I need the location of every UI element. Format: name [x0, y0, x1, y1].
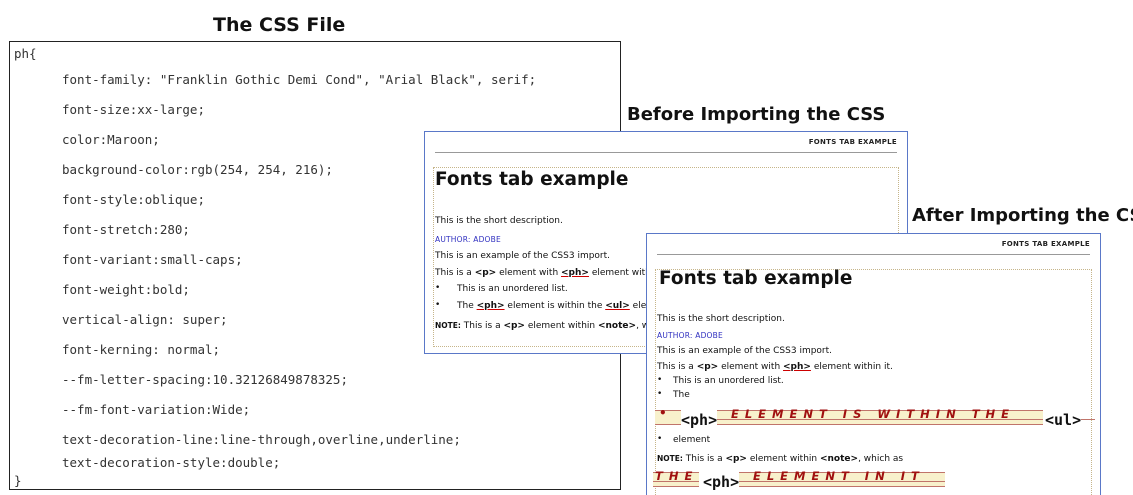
- css-declaration: font-size:xx-large;: [62, 102, 205, 117]
- header-rule: [435, 152, 897, 153]
- note-suffix: , which as: [858, 454, 904, 464]
- bullet-icon: •: [657, 375, 663, 385]
- strike-line: [1081, 419, 1095, 420]
- ph-tag-large: <ph>: [681, 411, 718, 429]
- css-declaration: --fm-font-variation:Wide;: [62, 402, 251, 417]
- css-selector: ph{: [14, 46, 37, 61]
- p-line-prefix: This is a: [657, 362, 697, 372]
- ph-tag-large: <ph>: [703, 473, 740, 491]
- css-declaration: font-weight:bold;: [62, 282, 190, 297]
- note-label: NOTE:: [657, 454, 683, 463]
- note-line: NOTE: This is a <p> element within <note…: [657, 454, 903, 464]
- p-line-mid: element with: [718, 362, 784, 372]
- ul-tag: <ul>: [605, 301, 630, 311]
- list-item-the: The: [673, 390, 690, 400]
- running-header: FONTS TAB EXAMPLE: [808, 138, 897, 146]
- list-item: The <ph> element is within the <ul> eler: [457, 301, 650, 311]
- ul-tag-large: <ul>: [1045, 411, 1082, 429]
- css-declaration: text-decoration-style:double;: [62, 455, 281, 470]
- css-declaration: --fm-letter-spacing:10.32126849878325;: [62, 372, 348, 387]
- note-label: NOTE:: [435, 321, 461, 330]
- p-tag: <p>: [503, 321, 525, 331]
- bullet-icon: •: [435, 283, 441, 293]
- css-declaration: background-color:rgb(254, 254, 216);: [62, 162, 333, 177]
- list-item: This is an unordered list.: [673, 376, 784, 386]
- author-line: AUTHOR: ADOBE: [657, 331, 723, 340]
- css-declaration: font-stretch:280;: [62, 222, 190, 237]
- note-tag: <note>: [597, 321, 637, 331]
- p-line-prefix: This is a: [435, 268, 475, 278]
- header-rule: [657, 254, 1090, 255]
- css-declaration: text-decoration-line:line-through,overli…: [62, 432, 461, 447]
- short-description: This is the short description.: [657, 314, 785, 324]
- list-item: This is an unordered list.: [457, 284, 568, 294]
- bullet-icon: •: [657, 389, 663, 399]
- p-line: This is a <p> element with <ph> element …: [435, 268, 653, 278]
- note-prefix: This is a: [682, 454, 726, 464]
- css-declaration: font-kerning: normal;: [62, 342, 221, 357]
- short-description: This is the short description.: [435, 216, 563, 226]
- p-line-suffix: element within it.: [810, 362, 893, 372]
- note-mid: element within: [746, 454, 820, 464]
- running-header: FONTS TAB EXAMPLE: [1001, 240, 1090, 248]
- ph-tag: <ph>: [476, 301, 505, 311]
- note-mid: element within: [524, 321, 598, 331]
- css3-line: This is an example of the CSS3 import.: [435, 251, 611, 261]
- css-file-heading: The CSS File: [213, 14, 346, 36]
- css-declaration: font-variant:small-caps;: [62, 252, 243, 267]
- author-line: AUTHOR: ADOBE: [435, 235, 501, 244]
- bullet-icon: •: [657, 434, 663, 444]
- strike-line: [717, 419, 1043, 420]
- css-declaration: vertical-align: super;: [62, 312, 228, 327]
- p-line-suffix: element withi: [588, 268, 654, 278]
- note-line: NOTE: This is a <p> element within <note…: [435, 321, 655, 331]
- list-item-the: The: [457, 301, 477, 311]
- p-tag: <p>: [725, 454, 747, 464]
- css-declaration: font-style:oblique;: [62, 192, 205, 207]
- list-item-element: element: [673, 435, 711, 445]
- doc-title: Fonts tab example: [435, 169, 629, 190]
- doc-title: Fonts tab example: [659, 268, 853, 289]
- bullet-icon: •: [435, 300, 441, 310]
- strike-line: [653, 481, 699, 482]
- p-tag: <p>: [696, 362, 719, 372]
- ph-tag: <ph>: [561, 268, 589, 278]
- list-item-mid: element is within the: [504, 301, 606, 311]
- ph-tag: <ph>: [783, 362, 811, 372]
- css-declaration: font-family: "Franklin Gothic Demi Cond"…: [62, 72, 537, 87]
- note-tag: <note>: [819, 454, 859, 464]
- css3-line: This is an example of the CSS3 import.: [657, 346, 833, 356]
- p-tag: <p>: [474, 268, 497, 278]
- bullet-icon: •: [659, 406, 667, 420]
- before-import-heading: Before Importing the CSS: [627, 104, 886, 125]
- after-preview-window: FONTS TAB EXAMPLE Fonts tab example This…: [646, 233, 1101, 495]
- p-line: This is a <p> element with <ph> element …: [657, 362, 893, 372]
- css-closing-brace: }: [14, 473, 22, 488]
- after-import-heading: After Importing the CSS: [912, 205, 1133, 226]
- css-declaration: color:Maroon;: [62, 132, 160, 147]
- p-line-mid: element with: [496, 268, 562, 278]
- strike-line: [739, 481, 945, 482]
- note-prefix: This is a: [460, 321, 504, 331]
